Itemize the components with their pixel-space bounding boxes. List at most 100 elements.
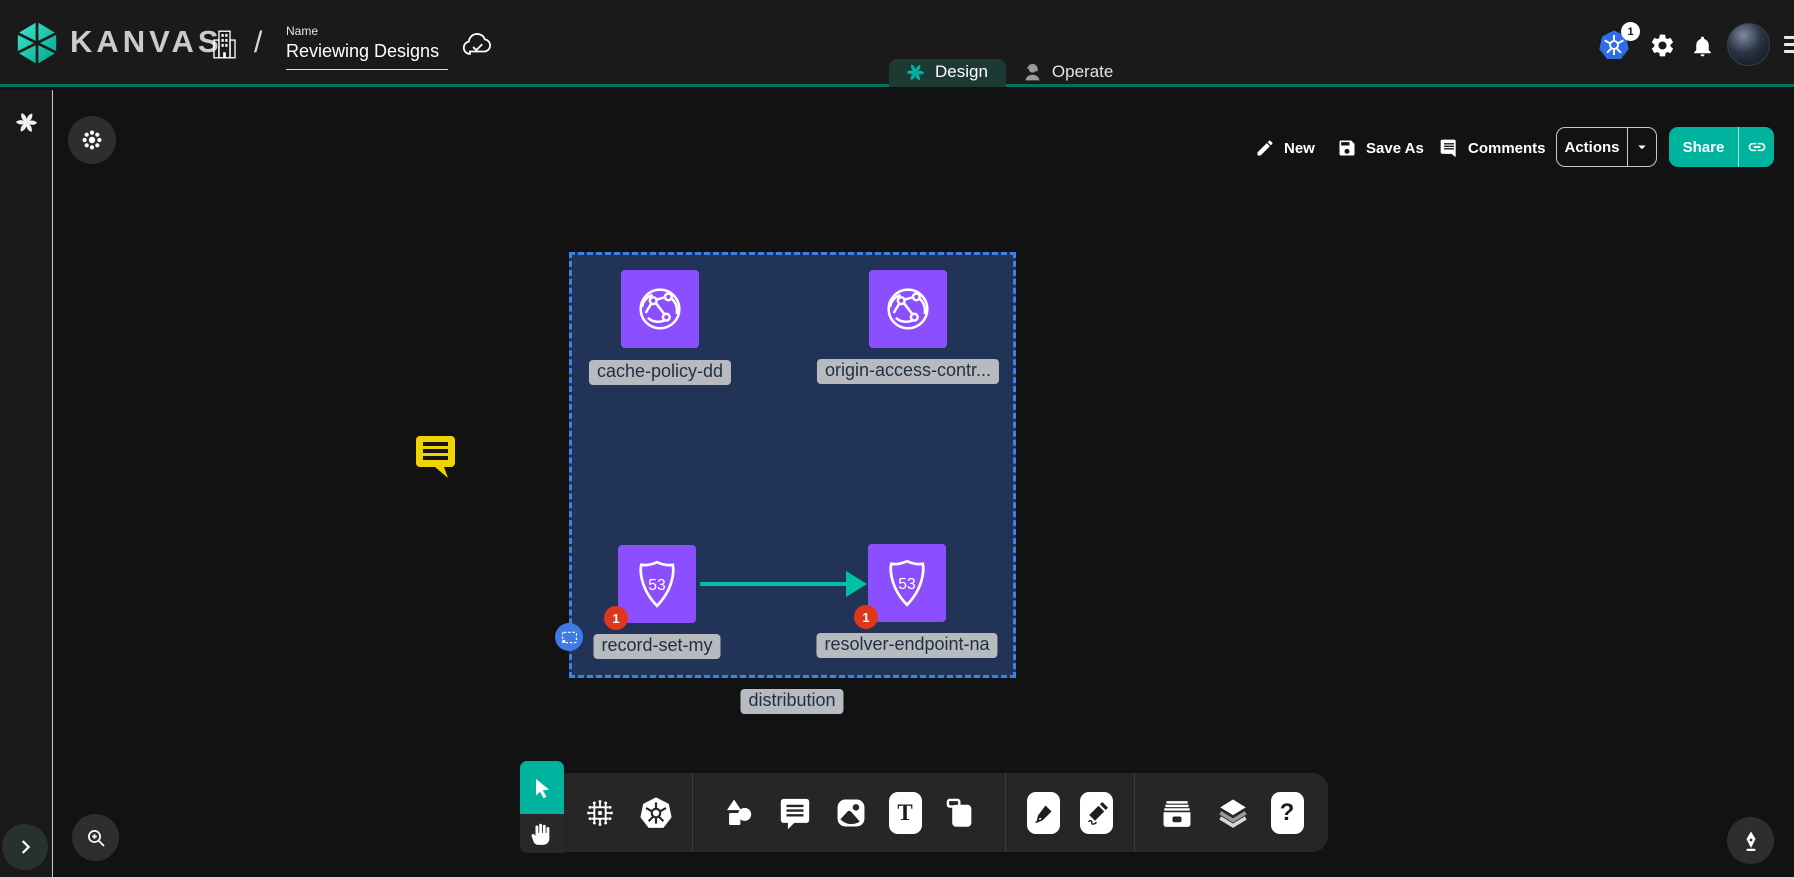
node-record-set[interactable]: 53 xyxy=(618,545,696,623)
node-origin-access[interactable] xyxy=(869,270,947,348)
breadcrumb-separator: / xyxy=(254,26,262,60)
dashed-rect-icon xyxy=(561,631,578,644)
comment-marker-icon[interactable] xyxy=(413,433,458,479)
text-tool-glyph: T xyxy=(897,800,912,826)
canvas-settings-button[interactable] xyxy=(68,116,116,164)
new-label: New xyxy=(1284,140,1315,157)
node-resolver-endpoint[interactable]: 53 xyxy=(868,544,946,622)
link-icon xyxy=(1747,137,1767,157)
actions-button[interactable]: Actions xyxy=(1556,127,1657,167)
drawer-icon xyxy=(1160,796,1194,830)
tab-operate[interactable]: Operate xyxy=(1006,59,1131,87)
settings-gear-icon[interactable] xyxy=(1649,32,1676,59)
cloud-saved-icon xyxy=(461,31,494,58)
cloudfront-globe-icon xyxy=(633,282,687,336)
kubernetes-context-button[interactable]: 1 xyxy=(1598,29,1630,61)
kanvas-app: KANVAS / Name Reviewing Designs xyxy=(0,0,1794,877)
design-swirl-icon xyxy=(905,62,926,83)
share-label: Share xyxy=(1669,127,1738,167)
sticky-note-icon xyxy=(943,796,977,830)
cursor-arrow-icon xyxy=(530,776,554,800)
tab-design[interactable]: Design xyxy=(889,59,1006,87)
pen-mode-button[interactable] xyxy=(1727,817,1774,864)
tab-design-label: Design xyxy=(935,62,988,82)
pencil-icon xyxy=(1255,138,1275,158)
group-selection-badge[interactable] xyxy=(555,623,583,651)
copy-link-button[interactable] xyxy=(1738,127,1774,167)
zoom-button[interactable] xyxy=(72,814,119,861)
edge-record-to-resolver[interactable] xyxy=(700,582,846,586)
share-button[interactable]: Share xyxy=(1669,127,1774,167)
actions-dropdown[interactable] xyxy=(1627,128,1656,166)
kubernetes-count-badge: 1 xyxy=(1621,22,1640,41)
kubernetes-tool[interactable] xyxy=(638,795,674,831)
design-name-block: Name Reviewing Designs xyxy=(286,24,448,70)
save-as-label: Save As xyxy=(1366,140,1424,157)
comment-tool[interactable] xyxy=(777,795,813,831)
pencil-squiggle-icon xyxy=(1085,801,1109,825)
tab-operate-label: Operate xyxy=(1052,62,1113,82)
chevron-right-icon xyxy=(14,836,36,858)
comment-icon xyxy=(1439,138,1459,158)
chevron-down-icon xyxy=(1633,138,1651,156)
pen-nib-icon xyxy=(1739,829,1763,853)
drawing-tools-group xyxy=(1006,773,1134,852)
label-cache-policy[interactable]: cache-policy-dd xyxy=(589,360,731,385)
name-label: Name xyxy=(286,24,448,38)
save-icon xyxy=(1337,138,1357,158)
infra-tools-group xyxy=(564,773,692,852)
edge-arrowhead xyxy=(846,571,867,597)
comment-bubble-icon xyxy=(778,796,812,830)
pen-path-tool[interactable] xyxy=(1027,792,1060,834)
help-glyph: ? xyxy=(1280,799,1295,827)
comments-label: Comments xyxy=(1468,140,1546,157)
comments-button[interactable]: Comments xyxy=(1439,136,1546,160)
design-name-input[interactable]: Reviewing Designs xyxy=(286,41,448,70)
pan-tool[interactable] xyxy=(520,814,564,853)
save-as-button[interactable]: Save As xyxy=(1337,136,1424,160)
node-cache-policy[interactable] xyxy=(621,270,699,348)
new-button[interactable]: New xyxy=(1255,136,1315,160)
bottom-toolbar: T xyxy=(564,773,1328,852)
help-tool[interactable]: ? xyxy=(1271,792,1304,834)
kubernetes-wheel-icon xyxy=(639,796,673,830)
notifications-bell-icon[interactable] xyxy=(1690,33,1715,59)
left-sidebar xyxy=(0,90,53,877)
mode-tabs: Design Operate xyxy=(889,59,1131,87)
route53-text: 53 xyxy=(898,576,916,593)
text-tool[interactable]: T xyxy=(889,792,922,834)
layers-icon xyxy=(1216,796,1250,830)
pencil-draw-tool[interactable] xyxy=(1080,792,1113,834)
image-tool[interactable] xyxy=(833,795,869,831)
label-distribution-group[interactable]: distribution xyxy=(740,689,843,714)
select-tool[interactable] xyxy=(520,761,564,814)
pointer-tool-column xyxy=(520,761,564,853)
route53-text: 53 xyxy=(648,577,666,594)
cloudfront-globe-icon xyxy=(881,282,935,336)
label-record-set[interactable]: record-set-my xyxy=(593,634,720,659)
actions-label: Actions xyxy=(1557,128,1627,166)
organization-icon[interactable] xyxy=(211,29,238,60)
saved-designs-tool[interactable] xyxy=(1159,795,1195,831)
annotation-tools-group: T xyxy=(693,773,1005,852)
record-set-count-badge[interactable]: 1 xyxy=(604,606,628,630)
resolver-count-badge[interactable]: 1 xyxy=(854,605,878,629)
shapes-tool[interactable] xyxy=(721,795,757,831)
shapes-icon xyxy=(722,796,756,830)
flower-gear-icon xyxy=(80,128,104,152)
meshery-swirl-icon[interactable] xyxy=(14,110,39,135)
image-icon xyxy=(834,796,868,830)
chip-icon xyxy=(583,796,617,830)
layers-tool[interactable] xyxy=(1215,795,1251,831)
hand-icon xyxy=(529,821,555,847)
menu-icon[interactable] xyxy=(1784,36,1794,57)
label-origin-access[interactable]: origin-access-contr... xyxy=(817,359,999,384)
expand-sidebar-button[interactable] xyxy=(2,824,48,870)
label-resolver-endpoint[interactable]: resolver-endpoint-na xyxy=(816,633,997,658)
header-bar: KANVAS / Name Reviewing Designs xyxy=(0,0,1794,87)
note-tool[interactable] xyxy=(942,795,978,831)
components-tool[interactable] xyxy=(582,795,618,831)
user-avatar[interactable] xyxy=(1727,23,1770,66)
kanvas-logo-icon[interactable] xyxy=(14,20,60,66)
pen-path-icon xyxy=(1032,801,1056,825)
